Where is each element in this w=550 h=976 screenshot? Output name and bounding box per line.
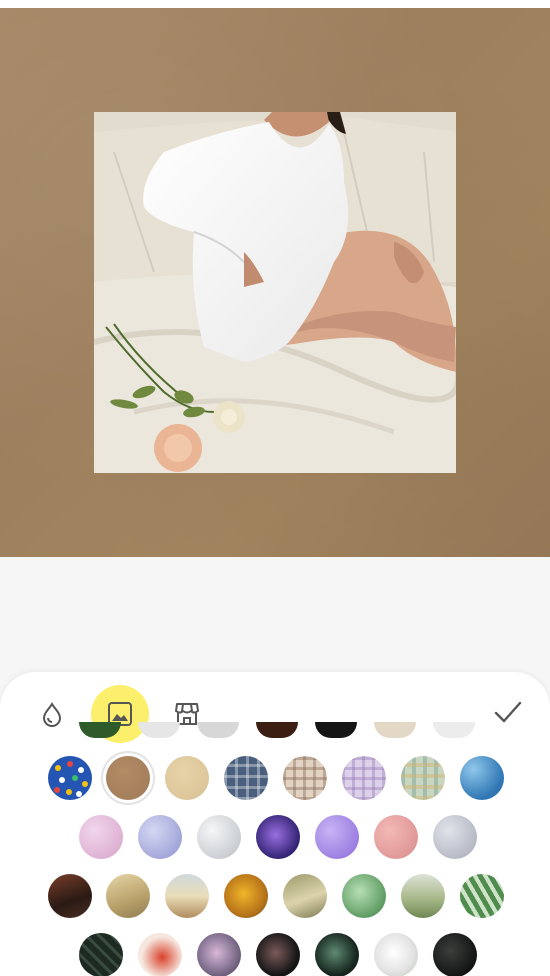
swatch-painting-classic[interactable] (106, 874, 150, 918)
swatch-peek[interactable] (256, 722, 298, 738)
swatch-palm-leaves[interactable] (460, 874, 504, 918)
swatch-rose-marble[interactable] (374, 815, 418, 859)
swatch-painting-seaside[interactable] (165, 874, 209, 918)
swatch-purple-marble[interactable] (315, 815, 359, 859)
swatch-lilac-plaid[interactable] (342, 756, 386, 800)
swatch-grey-marble[interactable] (433, 815, 477, 859)
swatch-tan-plaid[interactable] (283, 756, 327, 800)
swatch-lilac-blossom[interactable] (197, 933, 241, 976)
swatch-beige-linen[interactable] (165, 756, 209, 800)
swatch-silver-marble[interactable] (197, 815, 241, 859)
photo[interactable] (94, 112, 456, 473)
swatch-peek[interactable] (433, 722, 475, 738)
swatch-periwinkle-marble[interactable] (138, 815, 182, 859)
swatch-painting-dark-room[interactable] (48, 874, 92, 918)
swatch-navy-plaid[interactable] (224, 756, 268, 800)
checkmark-icon (494, 701, 522, 723)
swatch-painting-shells[interactable] (283, 874, 327, 918)
swatch-peek[interactable] (374, 722, 416, 738)
swatch-red-floral[interactable] (138, 933, 182, 976)
status-bar (0, 0, 550, 8)
swatch-kraft-paper[interactable] (106, 756, 150, 800)
swatch-dark-leaves[interactable] (79, 933, 123, 976)
background-picker-sheet (0, 672, 550, 976)
swatch-painting-landscape[interactable] (401, 874, 445, 918)
swatch-violet-galaxy[interactable] (256, 815, 300, 859)
swatch-dark-monstera[interactable] (315, 933, 359, 976)
swatch-black-marble[interactable] (433, 933, 477, 976)
swatch-dark-flowers[interactable] (256, 933, 300, 976)
swatch-sage-plaid[interactable] (401, 756, 445, 800)
swatch-pink-marble[interactable] (79, 815, 123, 859)
swatch-white-flowers[interactable] (374, 933, 418, 976)
pattern-polka-dots (54, 761, 88, 797)
drop-icon (42, 702, 62, 727)
tab-color[interactable] (23, 685, 81, 743)
swatch-painting-sunflowers[interactable] (224, 874, 268, 918)
swatch-peek[interactable] (315, 722, 357, 738)
swatch-green-foliage[interactable] (342, 874, 386, 918)
confirm-button[interactable] (488, 692, 528, 732)
swatch-polka-dots[interactable] (48, 756, 92, 800)
swatch-blue-water[interactable] (460, 756, 504, 800)
photo-content (94, 112, 456, 473)
canvas-background[interactable] (0, 8, 550, 557)
